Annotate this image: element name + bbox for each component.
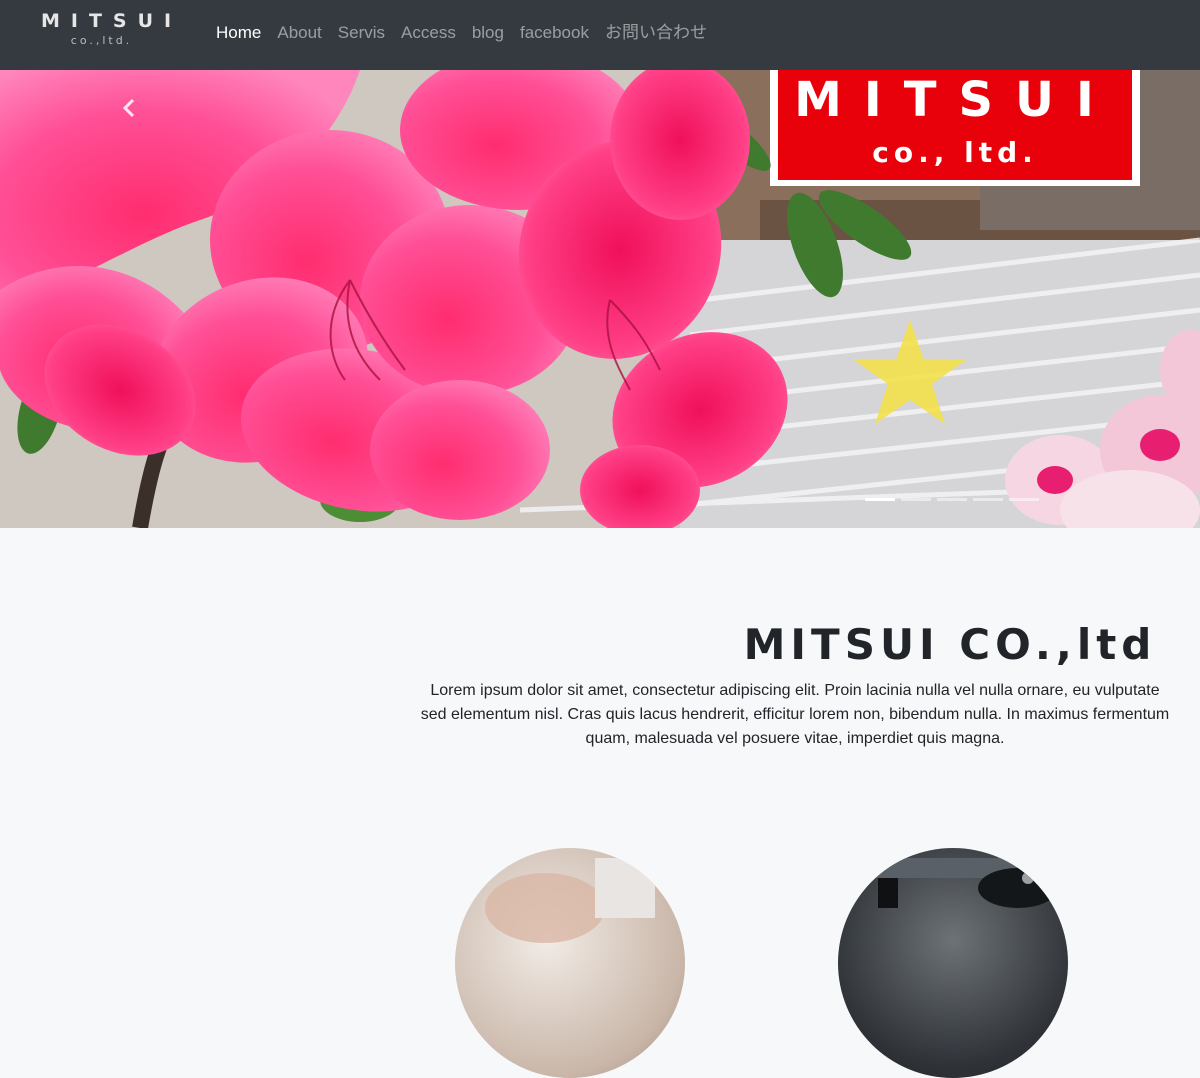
nav-link-about[interactable]: About — [269, 22, 329, 44]
carousel-indicator[interactable] — [901, 498, 931, 501]
brand-name: MITSUI — [41, 10, 183, 32]
lead-line: Lorem ipsum dolor sit amet, consectetur … — [430, 682, 1160, 699]
navbar: MITSUI co.,ltd. Home About Servis Access… — [0, 0, 1200, 70]
hero-slide-image: MITSUI co., ltd. — [0, 70, 1200, 528]
lead-paragraph: Lorem ipsum dolor sit amet, consectetur … — [390, 679, 1200, 751]
carousel-indicator[interactable] — [937, 498, 967, 501]
feature-image-circle — [455, 848, 685, 1078]
nav-link-blog[interactable]: blog — [464, 22, 512, 44]
company-title: MITSUI CO.,ltd — [743, 620, 1157, 669]
nav-link-servis[interactable]: Servis — [330, 22, 393, 44]
carousel-indicators — [865, 498, 1045, 501]
brand-subname: co.,ltd. — [70, 34, 133, 47]
brand-logo[interactable]: MITSUI co.,ltd. — [30, 8, 183, 54]
sign-text-sub: co., ltd. — [872, 136, 1038, 169]
chevron-left-icon — [122, 98, 135, 118]
lead-line: sed elementum nisl. Cras quis lacus hend… — [420, 706, 1170, 723]
nav-link-contact[interactable]: お問い合わせ — [597, 22, 715, 44]
lead-line: quam, malesuada vel posuere vitae, imper… — [585, 730, 1005, 747]
carousel-indicator[interactable] — [1009, 498, 1039, 501]
feature-image-circle — [838, 848, 1068, 1078]
nav-menu: Home About Servis Access blog facebook お… — [208, 22, 715, 44]
carousel-prev-button[interactable] — [120, 98, 170, 142]
nav-link-facebook[interactable]: facebook — [512, 22, 597, 44]
feature-photo — [485, 858, 655, 943]
hero-carousel[interactable]: MITSUI co., ltd. — [0, 70, 1200, 528]
carousel-indicator[interactable] — [973, 498, 1003, 501]
nav-link-access[interactable]: Access — [393, 22, 464, 44]
feature-photo — [858, 858, 1058, 908]
nav-link-home[interactable]: Home — [208, 22, 269, 44]
carousel-indicator[interactable] — [865, 498, 895, 501]
sign-text-main: MITSUI — [794, 72, 1116, 128]
